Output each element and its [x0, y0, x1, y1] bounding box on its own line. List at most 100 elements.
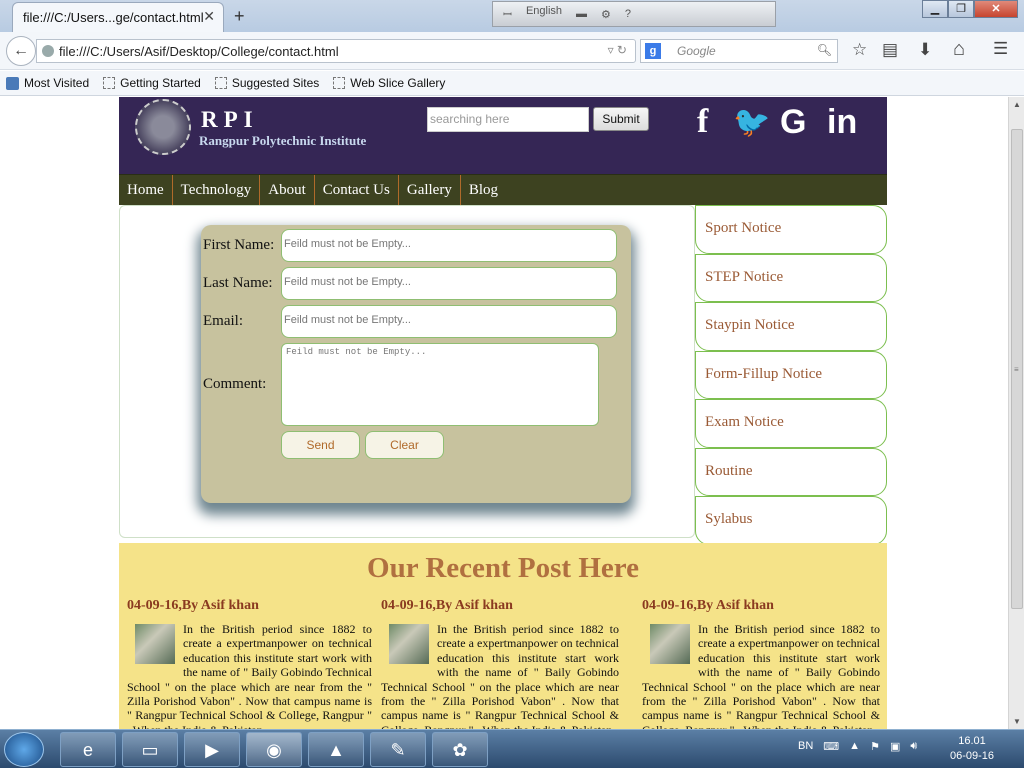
email-input[interactable]: Feild must not be Empty... [281, 305, 617, 338]
download-icon[interactable]: ⬇ [918, 40, 932, 60]
home-icon[interactable]: ⌂ [953, 38, 965, 61]
menu-blog[interactable]: Blog [461, 175, 506, 205]
new-tab-button[interactable]: + [234, 6, 245, 27]
tray-language[interactable]: BN [798, 740, 813, 753]
language-bar[interactable]: ꟷ English ▬ ⚙ ? [492, 1, 776, 27]
menu-icon[interactable]: ☰ [993, 39, 1008, 59]
twitter-icon[interactable]: 🐦 [733, 105, 770, 140]
post-body: In the British period since 1882 to crea… [381, 622, 619, 729]
back-button[interactable]: ← [6, 36, 36, 66]
content-area: First Name: Feild must not be Empty... L… [119, 205, 887, 545]
bookmark-web-slice-gallery[interactable]: Web Slice Gallery [333, 76, 445, 90]
post-thumbnail[interactable] [650, 624, 690, 664]
help-icon[interactable]: ? [625, 8, 631, 20]
vlc-taskbar-icon[interactable]: ▲ [308, 732, 364, 767]
most-visited-icon [6, 76, 19, 90]
address-bar[interactable]: file:///C:/Users/Asif/Desktop/College/co… [36, 39, 636, 63]
search-icon[interactable]: 🔍︎ [817, 43, 832, 57]
bookmark-label: Most Visited [24, 76, 90, 90]
contact-form: First Name: Feild must not be Empty... L… [201, 225, 631, 503]
last-name-label: Last Name: [203, 275, 273, 291]
reload-icon[interactable]: ▿ ↻ [608, 43, 627, 57]
notice-sylabus[interactable]: Sylabus [695, 496, 887, 545]
show-hidden-icon[interactable]: ▲ [849, 740, 860, 753]
tab-contact[interactable]: file:///C:/Users...ge/contact.html ✕ [12, 2, 224, 32]
menu-about[interactable]: About [260, 175, 315, 205]
notepad-taskbar-icon[interactable]: ✎ [370, 732, 426, 767]
scroll-down-icon[interactable]: ▼ [1013, 717, 1021, 726]
site-search-input[interactable]: searching here [427, 107, 589, 132]
library-icon[interactable]: ▤ [882, 40, 898, 60]
linkedin-icon[interactable]: in [827, 103, 857, 142]
main-menu: Home Technology About Contact Us Gallery… [119, 174, 887, 205]
comment-textarea[interactable]: Feild must not be Empty... [281, 343, 599, 426]
explorer-taskbar-icon[interactable]: ▭ [122, 732, 178, 767]
keyboard-icon[interactable]: ▬ [576, 8, 587, 20]
last-name-input[interactable]: Feild must not be Empty... [281, 267, 617, 300]
send-button[interactable]: Send [281, 431, 360, 459]
post-card: 04-09-16,By Asif khan In the British per… [642, 598, 880, 729]
tab-bar: file:///C:/Users...ge/contact.html ✕ + ꟷ… [0, 0, 1024, 32]
posts-heading: Our Recent Post Here [367, 552, 639, 584]
search-box[interactable]: g Google 🔍︎ [640, 39, 838, 63]
bookmarks-bar: Most Visited Getting Started Suggested S… [0, 71, 1024, 96]
clock[interactable]: 16.01 06-09-16 [950, 734, 994, 764]
post-date: 04-09-16,By Asif khan [642, 598, 774, 613]
tab-close-icon[interactable]: ✕ [203, 8, 215, 25]
menu-gallery[interactable]: Gallery [399, 175, 461, 205]
menu-technology[interactable]: Technology [173, 175, 261, 205]
clear-button[interactable]: Clear [365, 431, 444, 459]
nav-toolbar: ← file:///C:/Users/Asif/Desktop/College/… [0, 32, 1024, 70]
ime-language[interactable]: English [526, 5, 562, 17]
page-viewport: RPI Rangpur Polytechnic Institute search… [0, 97, 1008, 729]
post-date: 04-09-16,By Asif khan [127, 598, 259, 613]
bookmark-suggested-sites[interactable]: Suggested Sites [214, 76, 319, 90]
post-card: 04-09-16,By Asif khan In the British per… [127, 598, 372, 729]
logo[interactable] [135, 99, 191, 155]
brand-subtitle: Rangpur Polytechnic Institute [199, 133, 367, 148]
bookmark-star-icon[interactable]: ☆ [852, 40, 867, 60]
page-icon [333, 77, 346, 89]
menu-contact-us[interactable]: Contact Us [315, 175, 399, 205]
post-thumbnail[interactable] [389, 624, 429, 664]
google-plus-icon[interactable]: G [780, 103, 806, 142]
recent-posts: Our Recent Post Here 04-09-16,By Asif kh… [119, 543, 887, 729]
ie-taskbar-icon[interactable]: e [60, 732, 116, 767]
flag-icon[interactable]: ⚑ [870, 740, 880, 753]
paint-taskbar-icon[interactable]: ✿ [432, 732, 488, 767]
site-header: RPI Rangpur Polytechnic Institute search… [119, 97, 887, 174]
globe-icon [42, 45, 54, 57]
bookmark-most-visited[interactable]: Most Visited [6, 76, 89, 90]
media-player-taskbar-icon[interactable]: ▶ [184, 732, 240, 767]
post-thumbnail[interactable] [135, 624, 175, 664]
settings-icon[interactable]: ⚙ [601, 8, 611, 21]
bookmark-getting-started[interactable]: Getting Started [103, 76, 201, 90]
page-icon [214, 77, 227, 89]
menu-home[interactable]: Home [119, 175, 173, 205]
firefox-taskbar-icon[interactable]: ◉ [246, 732, 302, 767]
bookmark-label: Getting Started [120, 76, 201, 90]
window-controls: ▁ ❐ ✕ [922, 0, 1018, 18]
vertical-scrollbar[interactable]: ▲ ≡ ▼ [1008, 97, 1024, 729]
facebook-icon[interactable]: f [697, 103, 708, 141]
clock-time: 16.01 [958, 735, 986, 747]
ime-icon[interactable]: ꟷ [503, 7, 512, 22]
notice-step[interactable]: STEP Notice [695, 253, 887, 302]
keyboard-icon[interactable]: ⌨ [823, 740, 839, 753]
notice-exam[interactable]: Exam Notice [695, 399, 887, 448]
network-icon[interactable]: ▣ [890, 740, 900, 753]
post-card: 04-09-16,By Asif khan In the British per… [381, 598, 619, 729]
maximize-button[interactable]: ❐ [948, 0, 974, 18]
minimize-button[interactable]: ▁ [922, 0, 948, 18]
notice-routine[interactable]: Routine [695, 447, 887, 496]
notice-form-fillup[interactable]: Form-Fillup Notice [695, 350, 887, 399]
volume-icon[interactable]: 🔊︎ [910, 740, 917, 753]
close-button[interactable]: ✕ [974, 0, 1018, 18]
submit-button[interactable]: Submit [593, 107, 649, 131]
google-icon[interactable]: g [645, 43, 661, 59]
notice-staypin[interactable]: Staypin Notice [695, 302, 887, 351]
scroll-up-icon[interactable]: ▲ [1013, 100, 1021, 109]
start-button[interactable] [4, 732, 44, 767]
first-name-input[interactable]: Feild must not be Empty... [281, 229, 617, 262]
notice-sport[interactable]: Sport Notice [695, 205, 887, 254]
